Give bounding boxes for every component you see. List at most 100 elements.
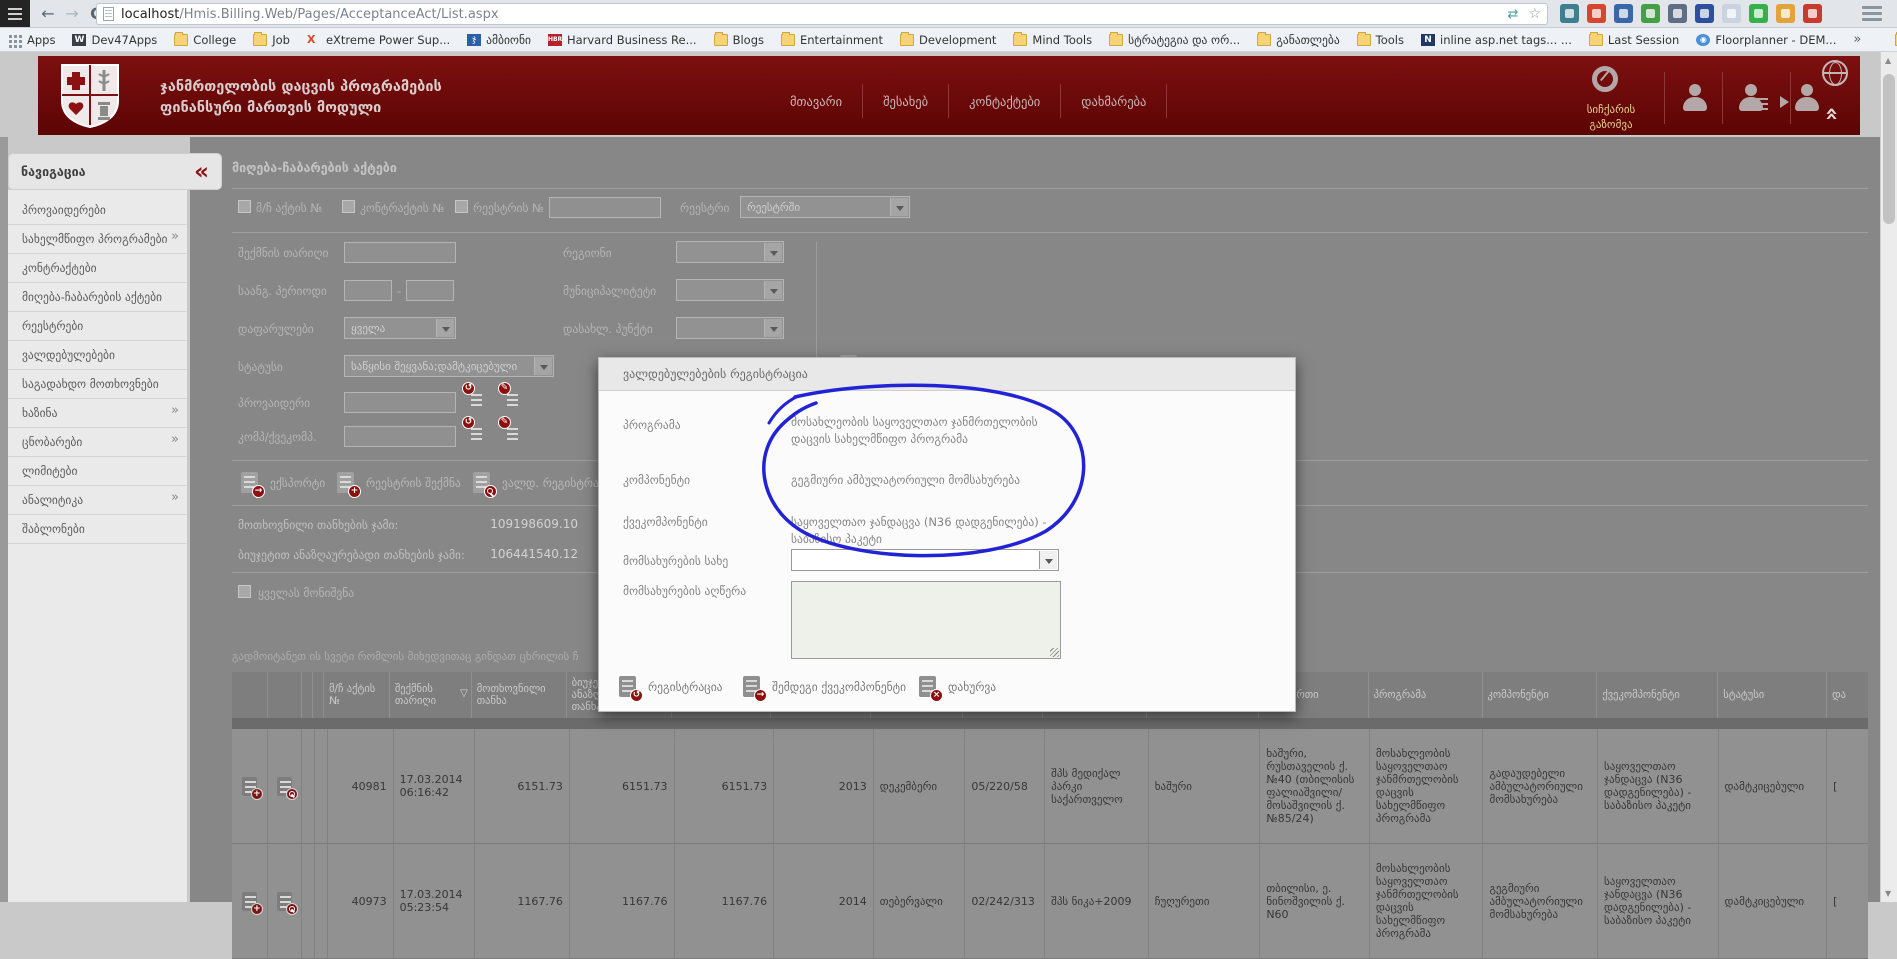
bookmark-item[interactable]: Blogs: [714, 33, 764, 47]
bookmark-item[interactable]: Tools: [1357, 33, 1404, 47]
next-subcomponent-button[interactable]: შემდეგი ქვეკომპონენტი: [743, 676, 906, 697]
contract-number-checkbox[interactable]: [342, 200, 355, 213]
header-program[interactable]: პროგრამა: [1369, 672, 1483, 718]
collapse-header-icon[interactable]: «: [1819, 107, 1844, 118]
address-bar[interactable]: localhost/Hmis.Billing.Web/Pages/Accepta…: [96, 3, 1548, 25]
bookmark-item[interactable]: Last Session: [1589, 33, 1680, 47]
registry-select[interactable]: რეესტრში: [740, 196, 910, 218]
status-select[interactable]: საწყისი შეყვანა;დამტკიცებული: [344, 355, 554, 377]
bookmark-item[interactable]: Entertainment: [781, 33, 883, 47]
header-status[interactable]: სტატუსი: [1718, 672, 1827, 718]
extension-icon[interactable]: [1641, 4, 1660, 23]
created-date-input[interactable]: [344, 242, 456, 263]
left-edge-strip: [0, 137, 8, 902]
row-view-button[interactable]: [268, 729, 302, 843]
bookmark-item[interactable]: სტრატეგია და ორ...: [1109, 33, 1240, 47]
bookmark-item[interactable]: eXtreme Power Sup...: [307, 33, 450, 47]
extension-icon[interactable]: [1668, 4, 1687, 23]
globe-icon[interactable]: [1822, 60, 1848, 86]
service-desc-textarea[interactable]: [791, 581, 1061, 659]
row-add-button[interactable]: [232, 844, 268, 958]
row-view-button[interactable]: [268, 844, 302, 958]
sidebar-item[interactable]: ხაზინა »: [8, 399, 187, 428]
header-act-no[interactable]: მ/ჩ აქტის №: [324, 672, 390, 718]
nav-item[interactable]: კონტაქტები: [949, 88, 1060, 115]
row-add-button[interactable]: [232, 729, 268, 843]
bookmark-item[interactable]: Floorplanner - DEM...: [1696, 33, 1836, 47]
sidebar-item[interactable]: ცნობარები »: [8, 428, 187, 457]
close-button[interactable]: დახურვა: [919, 676, 996, 697]
bookmark-item[interactable]: Dev47Apps: [72, 33, 157, 47]
sidebar-collapse-button[interactable]: «: [194, 162, 209, 182]
extension-icon[interactable]: [1776, 4, 1795, 23]
bookmark-item[interactable]: Job: [253, 33, 290, 47]
extension-icon[interactable]: [1614, 4, 1633, 23]
sidebar-item[interactable]: კონტრაქტები: [8, 254, 187, 283]
header-cell[interactable]: და: [1827, 672, 1868, 718]
speed-measure-label[interactable]: სიჩქარის გაზომვა: [1566, 102, 1656, 132]
bookmark-item[interactable]: Development: [900, 33, 996, 47]
browser-scrollbar[interactable]: ▲ ▼: [1880, 52, 1897, 902]
extension-icon[interactable]: [1722, 4, 1741, 23]
scroll-up-icon[interactable]: ▲: [1885, 56, 1891, 65]
sidebar-item[interactable]: შაბლონები: [8, 515, 187, 544]
bookmarks-overflow-icon[interactable]: »: [1853, 32, 1861, 47]
export-button[interactable]: ექსპორტი: [241, 472, 325, 493]
bookmark-item[interactable]: ამბიონი: [467, 33, 531, 47]
extension-icon[interactable]: [1695, 4, 1714, 23]
sidebar-item[interactable]: საგადახდო მოთხოვნები: [8, 370, 187, 399]
nav-item[interactable]: მთავარი: [770, 88, 862, 115]
share-icon[interactable]: ⇄: [1508, 7, 1519, 22]
header-requested[interactable]: მოთხოვნილი თანხა: [472, 672, 567, 718]
url-text[interactable]: localhost/Hmis.Billing.Web/Pages/Accepta…: [121, 7, 499, 22]
header-component[interactable]: კომპონენტი: [1483, 672, 1598, 718]
period-to-input[interactable]: [406, 280, 454, 301]
scrollbar-thumb[interactable]: [1883, 74, 1895, 224]
extension-icon[interactable]: [1560, 4, 1579, 23]
registry-number-checkbox[interactable]: [455, 200, 468, 213]
forward-button[interactable]: →: [60, 2, 84, 26]
sidebar-item[interactable]: მიღება-ჩაბარების აქტები: [8, 283, 187, 312]
scroll-down-icon[interactable]: ▼: [1885, 889, 1891, 898]
sidebar-item[interactable]: სახელმწიფო პროგრამები »: [8, 225, 187, 254]
bookmark-item[interactable]: inline asp.net tags... ...: [1421, 33, 1572, 47]
nav-item[interactable]: დახმარება: [1061, 88, 1166, 115]
municipality-select[interactable]: [676, 279, 784, 301]
period-from-input[interactable]: [344, 280, 392, 301]
bookmark-item[interactable]: განათლება: [1257, 33, 1339, 47]
extension-icon[interactable]: [1803, 4, 1822, 23]
region-select[interactable]: [676, 241, 784, 263]
header-subcomponent[interactable]: ქვეკომპონენტი: [1597, 672, 1718, 718]
hidden-select[interactable]: ყველა: [344, 317, 456, 339]
component-filter-input[interactable]: [344, 426, 456, 447]
act-number-checkbox[interactable]: [238, 200, 251, 213]
bookmark-star-icon[interactable]: ☆: [1528, 6, 1541, 22]
bookmark-item[interactable]: Harvard Business Re...: [548, 33, 697, 47]
logout-icon[interactable]: [1792, 84, 1822, 111]
bookmark-item[interactable]: College: [174, 33, 236, 47]
provider-input[interactable]: [344, 392, 456, 413]
header-created[interactable]: შექმნის თარიღი▽: [390, 672, 472, 718]
sidebar-item[interactable]: პროვაიდერები: [8, 196, 187, 225]
settlement-select[interactable]: [676, 317, 784, 339]
nav-item[interactable]: შესახებ: [863, 88, 948, 115]
create-registry-button[interactable]: რეესტრის შექმნა: [337, 472, 461, 493]
browser-menu-button[interactable]: [1862, 6, 1882, 22]
sidebar-item[interactable]: რეესტრები: [8, 312, 187, 341]
extension-icon[interactable]: [1749, 4, 1768, 23]
registry-number-input[interactable]: [549, 197, 661, 218]
bookmark-item[interactable]: Apps: [8, 33, 55, 47]
sidebar-item[interactable]: ვალდებულებები: [8, 341, 187, 370]
user-icon[interactable]: [1680, 84, 1710, 111]
sidebar-item[interactable]: ანალიტიკა »: [8, 486, 187, 515]
service-type-select[interactable]: [791, 549, 1059, 571]
select-all-checkbox[interactable]: [238, 585, 251, 598]
sidebar-item[interactable]: ლიმიტები: [8, 457, 187, 486]
register-obligation-button[interactable]: ვალდ. რეგისტრაცია: [473, 472, 617, 493]
speedometer-icon[interactable]: [1592, 66, 1618, 92]
extension-icon[interactable]: [1587, 4, 1606, 23]
bookmark-item[interactable]: Mind Tools: [1013, 33, 1092, 47]
register-button[interactable]: რეგისტრაცია: [619, 676, 723, 697]
dialog-title[interactable]: ვალდებულებების რეგისტრაცია: [599, 358, 1295, 391]
back-button[interactable]: ←: [36, 2, 60, 26]
